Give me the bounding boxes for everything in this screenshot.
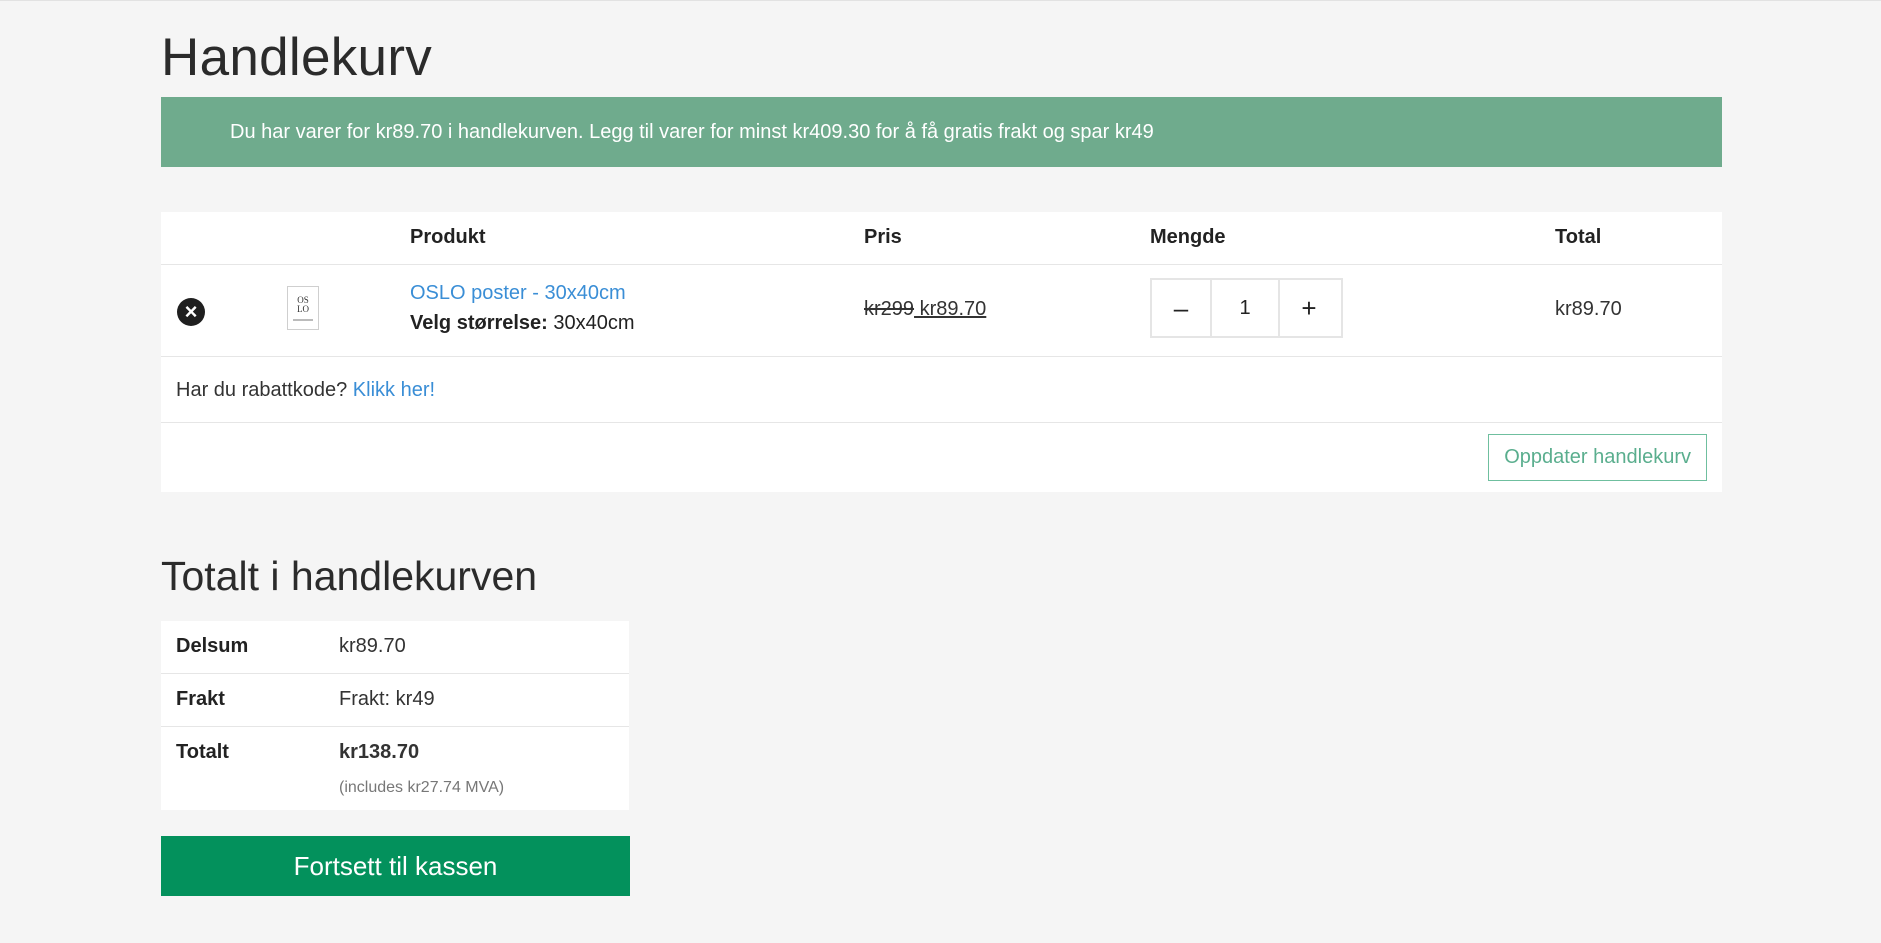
header-price: Pris <box>864 226 902 248</box>
coupon-text: Har du rabattkode? <box>176 379 348 401</box>
coupon-prompt: Har du rabattkode? Klikk her! <box>176 379 435 402</box>
quantity-stepper: – 1 + <box>1150 278 1343 338</box>
line-total: kr89.70 <box>1555 298 1622 320</box>
qty-increase-button[interactable]: + <box>1280 280 1338 336</box>
price-new: kr89.70 <box>914 298 987 320</box>
update-cart-button[interactable]: Oppdater handlekurv <box>1488 434 1707 481</box>
variant-label: Velg størrelse: <box>410 312 548 334</box>
cart-item-row: × OS LO OSLO poster - 30x40cm Velg størr… <box>161 265 1722 357</box>
remove-circle-icon[interactable]: × <box>177 298 205 326</box>
cart-totals-title: Totalt i handlekurven <box>161 553 538 599</box>
coupon-row: Har du rabattkode? Klikk her! <box>161 357 1722 423</box>
thumb-text-2: LO <box>297 304 309 314</box>
price-old: kr299 <box>864 298 915 320</box>
header-product: Produkt <box>410 226 486 248</box>
qty-input[interactable]: 1 <box>1210 280 1280 336</box>
header-total: Total <box>1555 226 1602 248</box>
page-title: Handlekurv <box>161 28 433 87</box>
coupon-link[interactable]: Klikk her! <box>353 379 435 401</box>
proceed-to-checkout-button[interactable]: Fortsett til kassen <box>161 836 630 896</box>
subtotal-label: Delsum <box>176 635 249 657</box>
product-variant: Velg størrelse: 30x40cm <box>410 312 635 335</box>
shipping-value: Frakt: kr49 <box>339 688 435 710</box>
free-shipping-notice: Du har varer for kr89.70 i handlekurven.… <box>161 97 1722 167</box>
tax-note: (includes kr27.74 MVA) <box>339 779 505 796</box>
total-row: Totalt kr138.70 (includes kr27.74 MVA) <box>161 727 629 810</box>
variant-value: 30x40cm <box>553 312 635 334</box>
subtotal-row: Delsum kr89.70 <box>161 621 629 674</box>
total-value: kr138.70 <box>339 741 420 763</box>
thumb-bar <box>293 319 313 321</box>
shipping-row: Frakt Frakt: kr49 <box>161 674 629 727</box>
product-thumbnail[interactable]: OS LO <box>287 286 319 330</box>
product-name-link[interactable]: OSLO poster - 30x40cm <box>410 282 626 305</box>
shipping-label: Frakt <box>176 688 225 710</box>
cart-totals-table: Delsum kr89.70 Frakt Frakt: kr49 Totalt … <box>161 621 629 810</box>
product-price: kr299 kr89.70 <box>864 298 986 321</box>
header-quantity: Mengde <box>1150 226 1226 248</box>
cart-table-header: Produkt Pris Mengde Total <box>161 212 1722 265</box>
cart-table: Produkt Pris Mengde Total × OS LO OSLO p… <box>161 212 1722 492</box>
subtotal-value: kr89.70 <box>339 635 406 657</box>
qty-decrease-button[interactable]: – <box>1152 280 1210 336</box>
cart-actions: Oppdater handlekurv <box>161 423 1722 492</box>
total-label: Totalt <box>176 741 229 763</box>
